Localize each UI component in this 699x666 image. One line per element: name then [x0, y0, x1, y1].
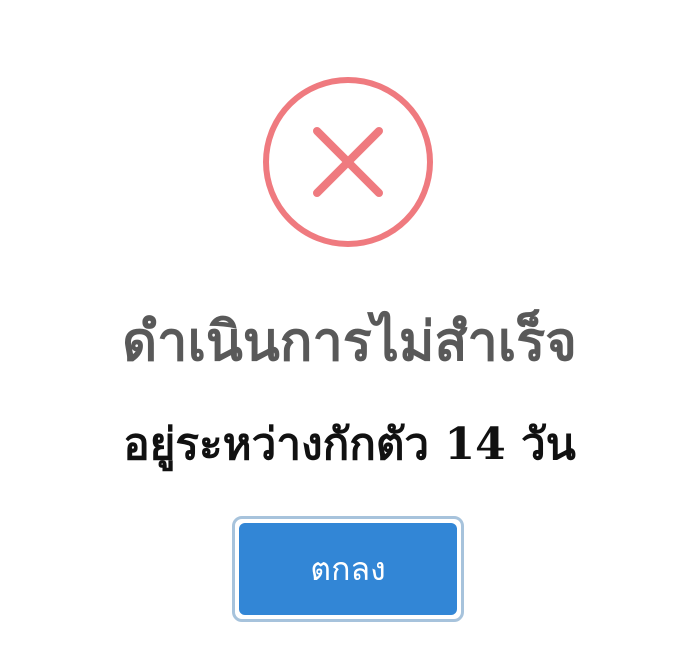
confirm-button[interactable]: ตกลง — [239, 523, 457, 615]
error-x-icon — [263, 77, 433, 247]
error-dialog: ดำเนินการไม่สำเร็จ อยู่ระหว่างกักตัว 14 … — [0, 0, 699, 666]
dialog-message: อยู่ระหว่างกักตัว 14 วัน — [123, 419, 576, 470]
dialog-title: ดำเนินการไม่สำเร็จ — [122, 310, 577, 373]
confirm-button-focus-ring: ตกลง — [232, 516, 464, 622]
